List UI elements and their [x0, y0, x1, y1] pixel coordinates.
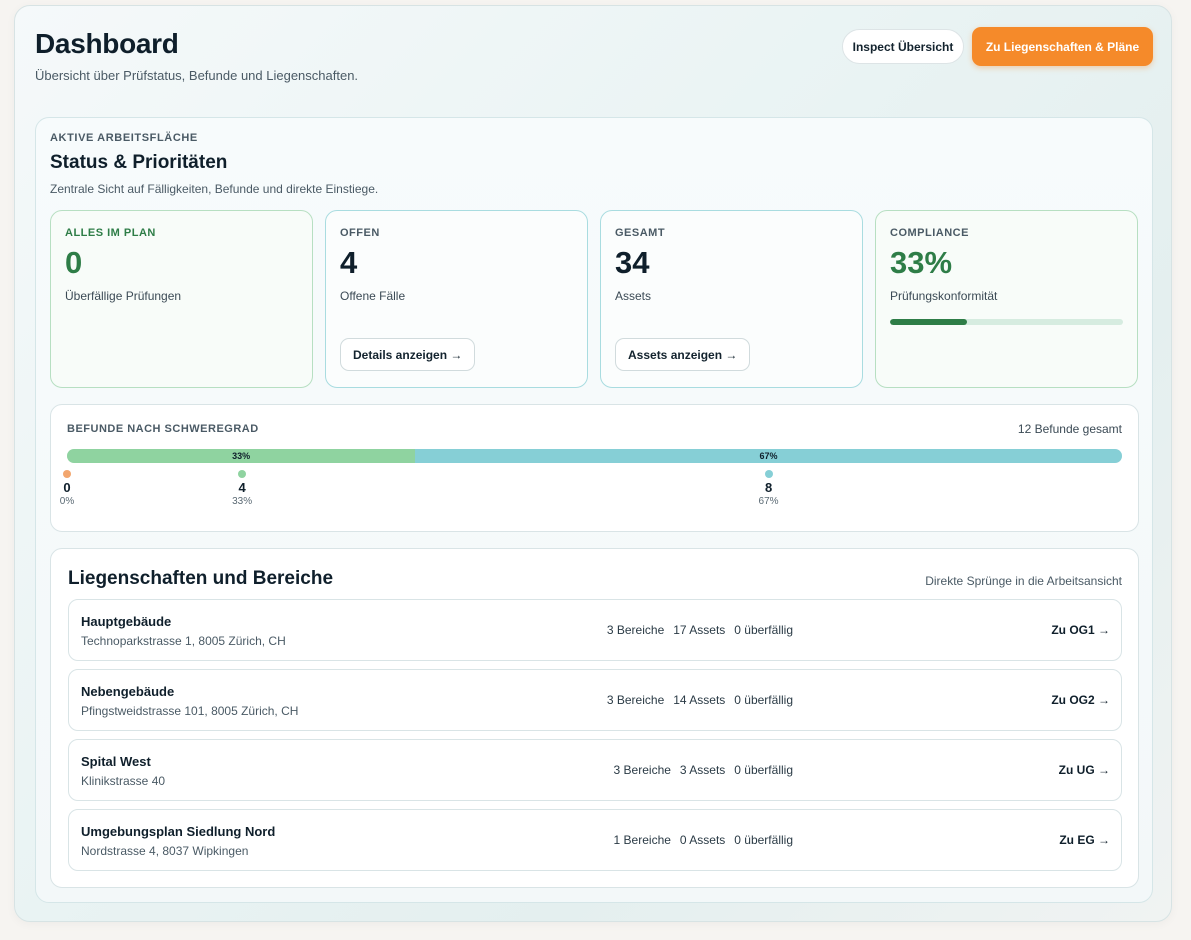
kpi-label: OFFEN — [340, 227, 380, 239]
compliance-progress-bar — [890, 319, 1123, 325]
property-name: Nebengebäude — [81, 684, 175, 699]
property-row[interactable]: Hauptgebäude Technoparkstrasse 1, 8005 Zü… — [68, 599, 1122, 661]
severity-dot — [238, 470, 247, 478]
properties-panel: Liegenschaften und Bereiche Direkte Sprü… — [50, 548, 1139, 888]
property-stats: 1 Bereiche 0 Assets 0 überfällig — [449, 833, 793, 847]
kpi-subtitle: Prüfungskonformität — [890, 289, 998, 303]
go-to-properties-button[interactable]: Zu Liegenschaften & Pläne — [972, 27, 1153, 66]
page-subtitle: Übersicht über Prüfstatus, Befunde und L… — [35, 68, 359, 83]
dashboard-card: Dashboard Übersicht über Prüfstatus, Bef… — [14, 5, 1172, 922]
severity-segment: 67% — [415, 449, 1122, 463]
property-stats: 3 Bereiche 14 Assets 0 überfällig — [449, 693, 793, 707]
property-address: Klinikstrasse 40 — [81, 774, 166, 788]
properties-hint: Direkte Sprünge in die Arbeitsansicht — [925, 574, 1122, 588]
severity-dot — [63, 470, 71, 478]
severity-percent: 33% — [232, 496, 253, 507]
property-row[interactable]: Umgebungsplan Siedlung Nord Nordstrasse 4… — [68, 809, 1122, 871]
workspace-eyebrow: AKTIVE ARBEITSFLÄCHE — [50, 132, 198, 144]
property-jump-link[interactable]: Zu OG2 → — [1051, 693, 1110, 707]
severity-marker: 8 67% — [749, 470, 789, 508]
property-address: Technoparkstrasse 1, 8005 Zürich, CH — [81, 634, 286, 648]
show-assets-button[interactable]: Assets anzeigen → — [615, 338, 751, 371]
property-stat-areas: 3 Bereiche — [606, 693, 665, 707]
compliance-progress-fill — [890, 319, 967, 325]
inspect-overview-button[interactable]: Inspect Übersicht — [842, 29, 964, 64]
severity-total: 12 Befunde gesamt — [1017, 422, 1122, 436]
property-stat-areas: 3 Bereiche — [606, 623, 665, 637]
kpi-label: GESAMT — [615, 227, 666, 239]
severity-count: 0 — [63, 480, 71, 495]
kpi-value: 4 — [340, 245, 358, 280]
property-address: Pfingstweidstrasse 101, 8005 Zürich, CH — [81, 704, 299, 718]
kpi-subtitle: Assets — [615, 289, 652, 303]
kpi-value: 0 — [65, 245, 83, 280]
property-name: Hauptgebäude — [81, 614, 172, 629]
kpi-value: 34 — [615, 245, 650, 280]
property-name: Umgebungsplan Siedlung Nord — [81, 824, 276, 839]
kpi-card-total: GESAMT 34 Assets Assets anzeigen → — [600, 210, 863, 388]
severity-stacked-bar: 33% 67% — [67, 449, 1122, 463]
property-name: Spital West — [81, 754, 151, 769]
property-row[interactable]: Nebengebäude Pfingstweidstrasse 101, 8005… — [68, 669, 1122, 731]
kpi-subtitle: Offene Fälle — [340, 289, 406, 303]
properties-title: Liegenschaften und Bereiche — [68, 568, 334, 589]
property-stats: 3 Bereiche 3 Assets 0 überfällig — [449, 763, 793, 777]
active-workspace: AKTIVE ARBEITSFLÄCHE Status & Prioritäte… — [35, 117, 1153, 903]
severity-marker: 0 0% — [47, 470, 87, 508]
severity-percent: 0% — [59, 496, 75, 507]
page-title: Dashboard — [35, 28, 179, 59]
property-stats: 3 Bereiche 17 Assets 0 überfällig — [449, 623, 793, 637]
kpi-label: COMPLIANCE — [890, 227, 969, 239]
severity-segment: 33% — [67, 449, 416, 463]
show-details-button[interactable]: Details anzeigen → — [340, 338, 476, 371]
kpi-card-open: OFFEN 4 Offene Fälle Details anzeigen → — [325, 210, 588, 388]
severity-panel: BEFUNDE NACH SCHWEREGRAD 12 Befunde gesa… — [50, 404, 1139, 532]
severity-title: BEFUNDE NACH SCHWEREGRAD — [67, 423, 259, 435]
severity-percent: 67% — [758, 496, 779, 507]
property-stat-assets: 14 Assets — [673, 693, 726, 707]
property-jump-link[interactable]: Zu OG1 → — [1051, 623, 1110, 637]
property-stat-assets: 3 Assets — [679, 763, 726, 777]
severity-count: 4 — [238, 480, 246, 495]
workspace-title: Status & Prioritäten — [50, 152, 228, 173]
workspace-description: Zentrale Sicht auf Fälligkeiten, Befunde… — [50, 182, 379, 196]
property-stat-overdue: 0 überfällig — [734, 693, 793, 707]
property-stat-overdue: 0 überfällig — [734, 623, 793, 637]
severity-dot — [764, 470, 773, 478]
property-stat-assets: 0 Assets — [679, 833, 726, 847]
property-stat-overdue: 0 überfällig — [734, 833, 793, 847]
kpi-card-overdue: ALLES IM PLAN 0 Überfällige Prüfungen — [50, 210, 313, 388]
property-stat-areas: 3 Bereiche — [613, 763, 671, 777]
property-stat-areas: 1 Bereiche — [613, 833, 671, 847]
property-address: Nordstrasse 4, 8037 Wipkingen — [81, 844, 249, 858]
kpi-card-compliance: COMPLIANCE 33% Prüfungskonformität — [875, 210, 1138, 388]
property-row[interactable]: Spital West Klinikstrasse 40 3 Bereiche 3 A… — [68, 739, 1122, 801]
severity-marker: 4 33% — [222, 470, 262, 508]
property-jump-link[interactable]: Zu EG → — [1059, 833, 1110, 847]
severity-count: 8 — [764, 480, 773, 495]
property-stat-overdue: 0 überfällig — [734, 763, 793, 777]
kpi-value: 33% — [890, 245, 953, 280]
property-jump-link[interactable]: Zu UG → — [1059, 763, 1110, 777]
kpi-label: ALLES IM PLAN — [65, 227, 156, 239]
property-stat-assets: 17 Assets — [673, 623, 726, 637]
kpi-subtitle: Überfällige Prüfungen — [65, 289, 182, 303]
